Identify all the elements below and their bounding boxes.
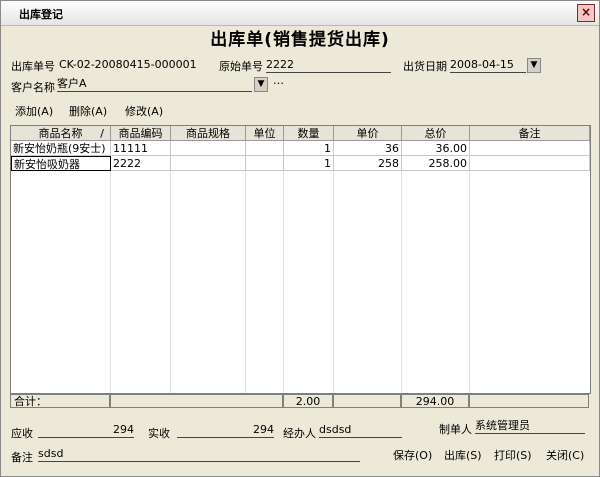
- receivable-field[interactable]: 294: [38, 423, 134, 438]
- table-cell[interactable]: [470, 141, 590, 156]
- remark-field[interactable]: sdsd: [38, 447, 360, 462]
- table-cell[interactable]: 258.00: [402, 156, 470, 171]
- edit-button[interactable]: 修改(A): [125, 103, 163, 119]
- column-header-code[interactable]: 商品编码: [111, 126, 171, 141]
- table-cell[interactable]: 1: [284, 156, 334, 171]
- close-icon[interactable]: ×: [577, 4, 595, 22]
- outbound-button[interactable]: 出库(S): [444, 447, 482, 463]
- sort-indicator: /: [100, 127, 104, 140]
- customer-label: 客户名称: [11, 81, 55, 94]
- table-cell[interactable]: 36.00: [402, 141, 470, 156]
- column-header-price[interactable]: 单价: [334, 126, 402, 141]
- totals-label: 合计：: [10, 394, 110, 408]
- remark-label: 备注: [11, 451, 33, 464]
- table-cell[interactable]: [171, 141, 246, 156]
- table-cell[interactable]: [246, 156, 284, 171]
- document-title: 出库单(销售提货出库): [210, 30, 390, 50]
- window-title: 出库登记: [19, 8, 63, 21]
- date-label: 出货日期: [403, 60, 447, 73]
- date-field[interactable]: 2008-04-15: [450, 58, 526, 73]
- table-cell[interactable]: 2222: [111, 156, 171, 171]
- totals-qty: 2.00: [283, 394, 333, 408]
- add-button[interactable]: 添加(A): [15, 103, 53, 119]
- date-dropdown-icon[interactable]: ▼: [527, 58, 541, 73]
- totals-row: 合计： 2.00 294.00: [10, 394, 589, 409]
- dialog-window: 出库登记 × 出库单(销售提货出库) 出库单号 CK-02-20080415-0…: [0, 0, 600, 477]
- delete-button[interactable]: 删除(A): [69, 103, 107, 119]
- customer-more-button[interactable]: …: [273, 74, 284, 87]
- order-no-label: 出库单号: [11, 60, 55, 73]
- maker-label: 制单人: [439, 423, 472, 436]
- received-field[interactable]: 294: [177, 423, 274, 438]
- column-header-remark[interactable]: 备注: [470, 126, 590, 141]
- title-bar: 出库登记 ×: [1, 1, 599, 26]
- orig-no-label: 原始单号: [219, 60, 263, 73]
- orig-no-field[interactable]: 2222: [266, 58, 391, 73]
- column-header-unit[interactable]: 单位: [246, 126, 284, 141]
- close-button[interactable]: 关闭(C): [546, 447, 584, 463]
- save-button[interactable]: 保存(O): [393, 447, 432, 463]
- column-header-total[interactable]: 总价: [402, 126, 470, 141]
- receivable-label: 应收: [11, 427, 33, 440]
- order-no-value: CK-02-20080415-000001: [59, 58, 197, 71]
- table-cell[interactable]: 新安怡奶瓶(9安士): [11, 141, 111, 156]
- table-cell[interactable]: 258: [334, 156, 402, 171]
- table-cell-selected[interactable]: 新安怡吸奶器: [11, 156, 111, 171]
- totals-amount: 294.00: [401, 394, 469, 408]
- maker-field: 系统管理员: [475, 419, 585, 434]
- table-cell[interactable]: 36: [334, 141, 402, 156]
- handler-field[interactable]: dsdsd: [319, 423, 402, 438]
- print-button[interactable]: 打印(S): [494, 447, 532, 463]
- received-label: 实收: [148, 427, 170, 440]
- table-cell[interactable]: [470, 156, 590, 171]
- column-header-qty[interactable]: 数量: [284, 126, 334, 141]
- table-cell[interactable]: 11111: [111, 141, 171, 156]
- customer-dropdown-icon[interactable]: ▼: [254, 77, 268, 92]
- column-header-spec[interactable]: 商品规格: [171, 126, 246, 141]
- table-cell[interactable]: [246, 141, 284, 156]
- column-header-name[interactable]: 商品名称 /: [11, 126, 111, 141]
- handler-label: 经办人: [283, 427, 316, 440]
- table-cell[interactable]: 1: [284, 141, 334, 156]
- items-table: 商品名称 / 商品编码 商品规格 单位 数量 单价 总价 备注 新安怡奶瓶(9安士…: [10, 125, 591, 394]
- table-cell[interactable]: [171, 156, 246, 171]
- customer-field[interactable]: 客户A: [57, 77, 252, 92]
